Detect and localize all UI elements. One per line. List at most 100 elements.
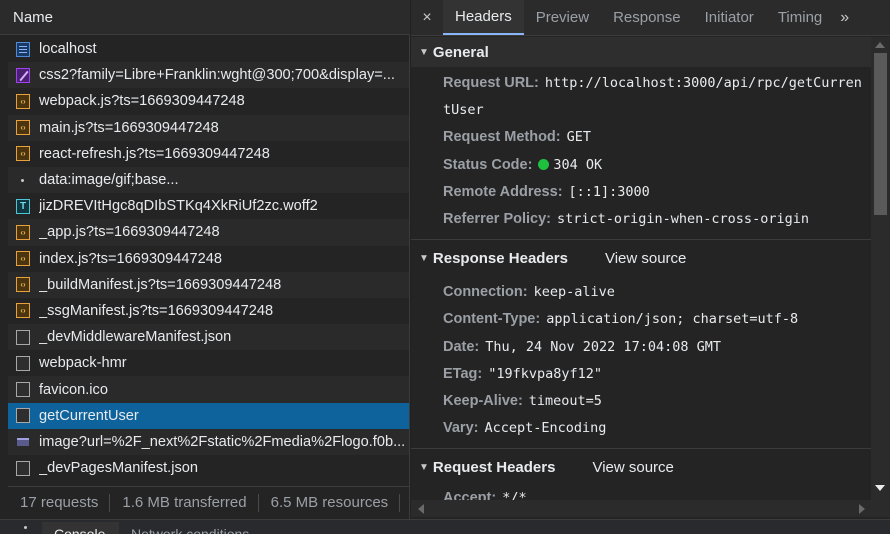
script-icon: ‹› bbox=[16, 251, 30, 267]
script-icon: ‹› bbox=[16, 120, 30, 136]
request-row[interactable]: ‹› _app.js?ts=1669309447248 bbox=[8, 219, 409, 246]
tab-timing[interactable]: Timing bbox=[766, 0, 834, 35]
network-summary-bar: 17 requests 1.6 MB transferred 6.5 MB re… bbox=[8, 486, 410, 518]
general-section-title: General bbox=[432, 43, 489, 61]
request-row[interactable]: ‹› react-refresh.js?ts=1669309447248 bbox=[8, 141, 409, 167]
horizontal-scrollbar[interactable] bbox=[411, 500, 871, 517]
request-headers-title: Request Headers bbox=[432, 458, 556, 476]
request-name: _devMiddlewareManifest.json bbox=[39, 329, 232, 346]
request-headers-section-header[interactable]: ▼ Request Headers View source bbox=[411, 448, 871, 485]
request-method-value: GET bbox=[566, 129, 591, 146]
response-view-source-link[interactable]: View source bbox=[605, 250, 686, 267]
request-row[interactable]: TjizDREVItHgc8qDIbSTKq4XkRiUf2zc.woff2 bbox=[8, 193, 409, 219]
tab-response[interactable]: Response bbox=[601, 0, 693, 35]
referrer-policy-label: Referrer Policy: bbox=[443, 211, 551, 228]
remote-address-value: [::1]:3000 bbox=[568, 183, 650, 200]
scroll-up-arrow-icon[interactable] bbox=[875, 42, 885, 48]
name-column-header[interactable]: Name bbox=[0, 0, 410, 35]
request-name: _ssgManifest.js?ts=1669309447248 bbox=[39, 302, 274, 319]
request-name: index.js?ts=1669309447248 bbox=[39, 250, 222, 267]
request-view-source-link[interactable]: View source bbox=[592, 459, 673, 476]
scroll-left-arrow-icon[interactable] bbox=[418, 504, 424, 514]
request-name: favicon.ico bbox=[39, 381, 108, 398]
request-row[interactable]: _devPagesManifest.json bbox=[8, 455, 409, 481]
remote-address-row: Remote Address: [::1]:3000 bbox=[411, 179, 871, 206]
header-name: Vary: bbox=[443, 420, 479, 437]
tab-initiator[interactable]: Initiator bbox=[693, 0, 766, 35]
scrollbar-corner bbox=[871, 500, 890, 517]
request-name: _buildManifest.js?ts=1669309447248 bbox=[39, 276, 282, 293]
drawer-tab-console[interactable]: Console bbox=[42, 522, 119, 534]
request-headers-section: Accept: */* bbox=[411, 485, 871, 500]
request-name: webpack.js?ts=1669309447248 bbox=[39, 93, 245, 110]
request-row[interactable]: webpack-hmr bbox=[8, 350, 409, 376]
header-name: Content-Type: bbox=[443, 311, 541, 328]
transferred-size: 1.6 MB transferred bbox=[110, 493, 259, 512]
script-icon: ‹› bbox=[16, 93, 30, 109]
request-name: jizDREVItHgc8qDIbSTKq4XkRiUf2zc.woff2 bbox=[39, 198, 318, 215]
remote-address-label: Remote Address: bbox=[443, 183, 563, 200]
expanded-triangle-icon: ▼ bbox=[419, 461, 429, 473]
document-icon bbox=[16, 41, 30, 57]
header-row: Vary: Accept-Encoding bbox=[411, 415, 871, 442]
file-icon bbox=[16, 329, 30, 345]
vertical-scrollbar[interactable] bbox=[871, 37, 890, 500]
image-icon bbox=[16, 434, 30, 449]
response-headers-section: Connection: keep-alive Content-Type: applic… bbox=[411, 276, 871, 448]
request-list-panel: Name localhost css2?family=Libre+Franklin… bbox=[0, 0, 410, 519]
header-value: Accept-Encoding bbox=[484, 420, 607, 437]
general-section-header[interactable]: ▼ General bbox=[411, 37, 871, 67]
request-row[interactable]: ‹› index.js?ts=1669309447248 bbox=[8, 246, 409, 272]
tab-headers[interactable]: Headers bbox=[443, 0, 524, 35]
header-row: Keep-Alive: timeout=5 bbox=[411, 388, 871, 415]
request-count: 17 requests bbox=[8, 493, 111, 512]
request-row[interactable]: ‹› _ssgManifest.js?ts=1669309447248 bbox=[8, 298, 409, 324]
file-icon bbox=[16, 382, 30, 398]
response-headers-section-header[interactable]: ▼ Response Headers View source bbox=[411, 239, 871, 276]
request-row[interactable]: ‹› _buildManifest.js?ts=1669309447248 bbox=[8, 271, 409, 298]
drawer-tab-network-conditions[interactable]: Network conditions bbox=[131, 522, 291, 534]
more-tabs-icon[interactable]: » bbox=[834, 0, 855, 35]
headers-content: ▼ General Request URL: http://localhost:3… bbox=[411, 37, 871, 500]
header-name: Connection: bbox=[443, 284, 528, 301]
scroll-right-arrow-icon[interactable] bbox=[859, 504, 865, 514]
tab-preview[interactable]: Preview bbox=[524, 0, 601, 35]
request-name: image?url=%2F_next%2Fstatic%2Fmedia%2Flo… bbox=[39, 433, 406, 450]
header-value: keep-alive bbox=[533, 284, 615, 301]
script-icon: ‹› bbox=[16, 303, 30, 319]
request-name: _app.js?ts=1669309447248 bbox=[39, 224, 220, 241]
header-row: Date: Thu, 24 Nov 2022 17:04:08 GMT bbox=[411, 334, 871, 361]
request-url-label: Request URL: bbox=[443, 75, 539, 91]
request-row[interactable]: ‹› main.js?ts=1669309447248 bbox=[8, 114, 409, 141]
header-value: Thu, 24 Nov 2022 17:04:08 GMT bbox=[485, 338, 721, 355]
script-icon: ‹› bbox=[16, 277, 30, 293]
request-name: data:image/gif;base... bbox=[39, 172, 179, 189]
request-name: main.js?ts=1669309447248 bbox=[39, 119, 219, 136]
header-value: application/json; charset=utf-8 bbox=[546, 311, 799, 328]
request-row[interactable]: ‹› webpack.js?ts=1669309447248 bbox=[8, 88, 409, 114]
file-icon bbox=[16, 408, 30, 424]
request-row[interactable]: data:image/gif;base... bbox=[8, 166, 409, 194]
request-method-label: Request Method: bbox=[443, 129, 561, 146]
request-row[interactable]: css2?family=Libre+Franklin:wght@300;700&… bbox=[8, 62, 409, 89]
drawer-menu-icon[interactable] bbox=[24, 526, 27, 529]
request-row[interactable]: image?url=%2F_next%2Fstatic%2Fmedia%2Flo… bbox=[8, 428, 409, 455]
request-name: _devPagesManifest.json bbox=[39, 460, 199, 477]
scroll-down-arrow-icon[interactable] bbox=[875, 485, 885, 491]
header-row: Content-Type: application/json; charset=u… bbox=[411, 306, 871, 333]
status-code-value: 304 OK bbox=[553, 156, 603, 173]
status-code-label: Status Code: bbox=[443, 156, 533, 173]
vertical-scroll-thumb[interactable] bbox=[874, 53, 887, 215]
script-icon: ‹› bbox=[16, 146, 30, 162]
font-icon: T bbox=[16, 198, 30, 214]
request-name: webpack-hmr bbox=[39, 355, 127, 372]
request-name: localhost bbox=[39, 41, 97, 58]
referrer-policy-value: strict-origin-when-cross-origin bbox=[557, 211, 809, 228]
close-details-icon[interactable]: × bbox=[411, 0, 443, 35]
request-row[interactable]: localhost bbox=[8, 36, 409, 62]
request-row[interactable]: getCurrentUser bbox=[8, 402, 409, 429]
request-row[interactable]: favicon.ico bbox=[8, 376, 409, 403]
expanded-triangle-icon: ▼ bbox=[419, 46, 429, 58]
request-name: react-refresh.js?ts=1669309447248 bbox=[39, 145, 270, 162]
request-row[interactable]: _devMiddlewareManifest.json bbox=[8, 324, 409, 351]
